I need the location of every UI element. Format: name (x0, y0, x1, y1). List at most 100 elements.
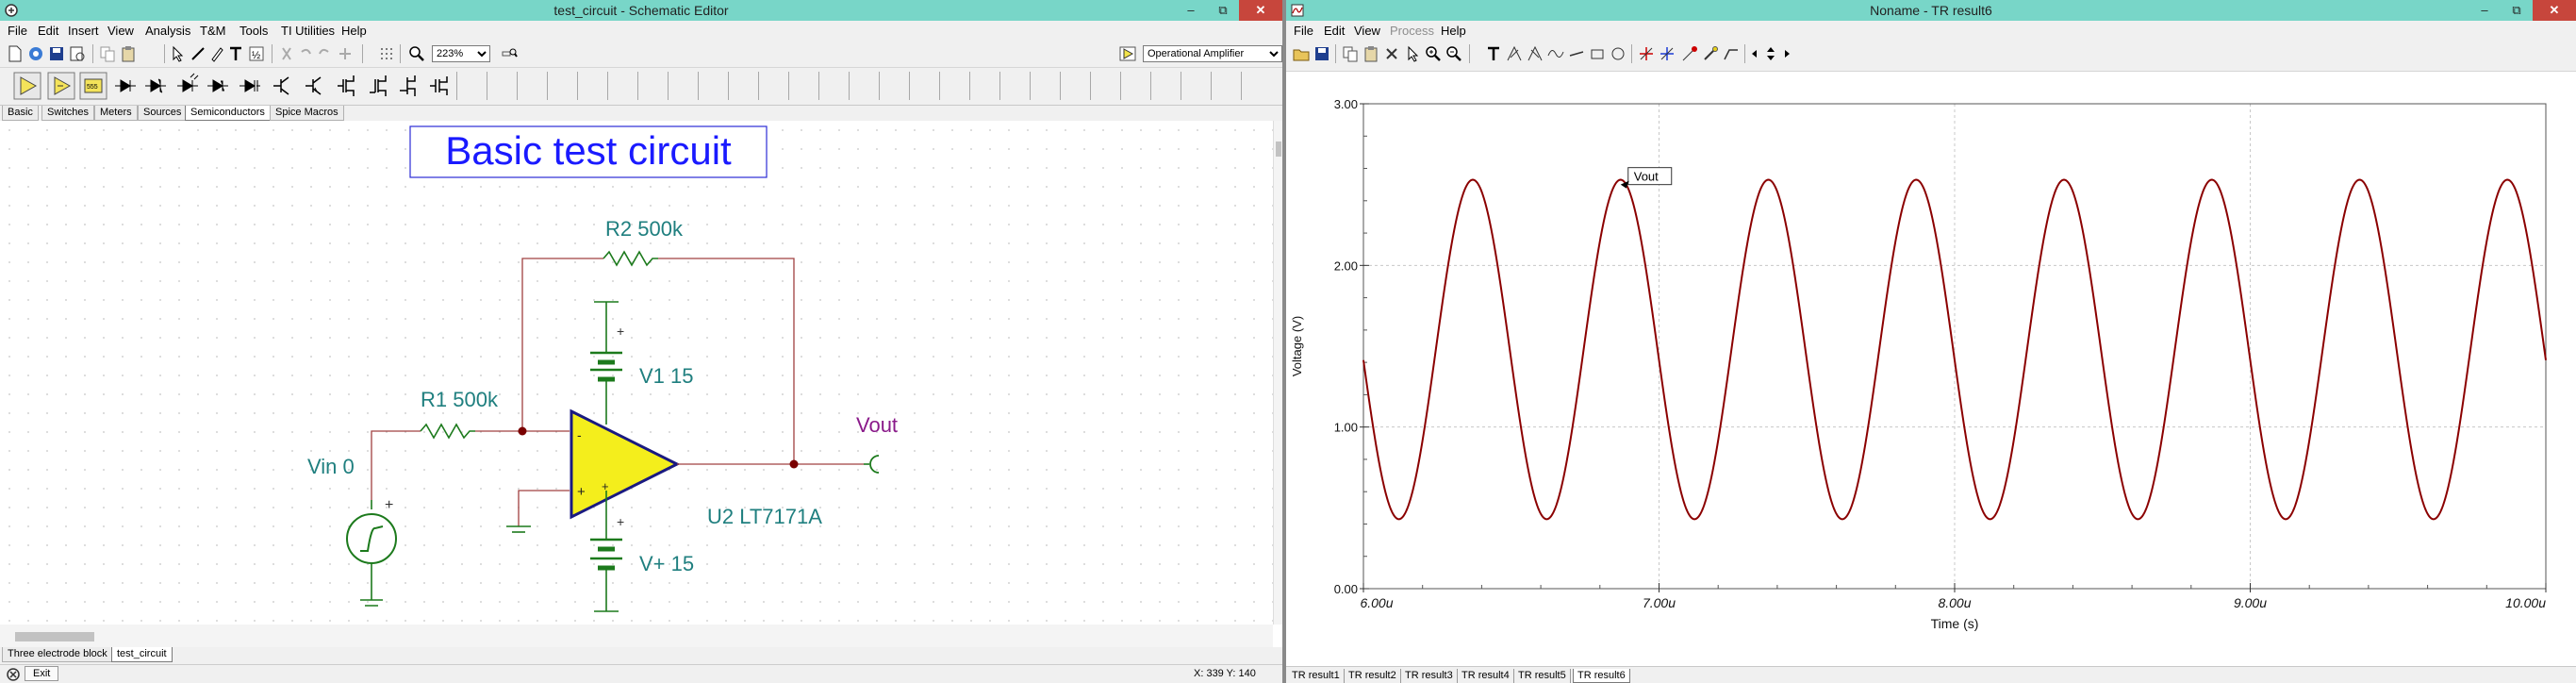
result-tab-4[interactable]: TR result4 (1458, 669, 1514, 683)
add-icon[interactable] (336, 44, 355, 63)
menu-file[interactable]: File (1294, 24, 1313, 38)
minimize-button[interactable]: – (2469, 0, 2501, 21)
result-tab-2[interactable]: TR result2 (1345, 669, 1401, 683)
zoom-icon[interactable] (407, 44, 426, 63)
pnp-transistor-icon[interactable] (300, 72, 328, 100)
part-type-select[interactable]: Operational Amplifier (1143, 45, 1282, 62)
result-tab-1[interactable]: TR result1 (1288, 669, 1345, 683)
schematic-horizontal-scrollbar[interactable] (0, 625, 1273, 647)
step-line-icon[interactable] (1722, 44, 1741, 63)
open-folder-icon[interactable] (1292, 44, 1311, 63)
save-icon[interactable] (1313, 44, 1331, 63)
circuit-title-box[interactable]: Basic test circuit (409, 125, 768, 178)
cursor-b-icon[interactable] (1526, 44, 1544, 63)
menu-view[interactable]: View (107, 24, 134, 38)
copy-icon[interactable] (1341, 44, 1360, 63)
tina-app-icon[interactable] (4, 3, 19, 18)
copy-icon[interactable] (98, 44, 117, 63)
tab-sources[interactable]: Sources (138, 106, 188, 121)
delete-icon[interactable] (1382, 44, 1401, 63)
menu-tools[interactable]: Tools (239, 24, 268, 38)
component-search-icon[interactable] (500, 44, 519, 63)
exit-icon[interactable] (6, 667, 21, 682)
menu-process[interactable]: Process (1390, 24, 1434, 38)
paste-icon[interactable] (119, 44, 138, 63)
pen-icon[interactable] (207, 44, 226, 63)
igbt-component-icon[interactable] (424, 72, 453, 100)
schematic-vertical-scrollbar[interactable] (1273, 121, 1282, 625)
zoom-select[interactable]: 223% (432, 45, 490, 62)
tab-switches[interactable]: Switches (41, 106, 95, 121)
result-tab-3[interactable]: TR result3 (1401, 669, 1458, 683)
diode-component-icon[interactable] (111, 72, 140, 100)
probe-icon[interactable] (1701, 44, 1720, 63)
zoom-out-icon[interactable] (1445, 44, 1463, 63)
tab-spice-macros[interactable]: Spice Macros (270, 106, 344, 121)
opamp-part-icon[interactable] (1118, 44, 1137, 63)
close-button[interactable]: ✕ (2533, 0, 2576, 21)
main-toolbar: ½ 223% Operational Amplifier (0, 40, 1282, 68)
marker-star-icon[interactable] (1680, 44, 1699, 63)
exit-button[interactable]: Exit (25, 666, 59, 681)
marker-blue-icon[interactable] (1658, 44, 1676, 63)
pmos-transistor-icon[interactable] (364, 72, 392, 100)
open-icon[interactable] (26, 44, 45, 63)
wire-icon[interactable] (189, 44, 207, 63)
line-tool-icon[interactable] (1567, 44, 1586, 63)
grid-icon[interactable] (377, 44, 396, 63)
jfet-component-icon[interactable] (394, 72, 422, 100)
select-arrow-icon[interactable] (1403, 44, 1422, 63)
schematic-canvas[interactable]: Basic test circuit R2 500k + V1 15 R1 50… (0, 121, 1273, 625)
transient-chart[interactable]: 0.00 1.00 2.00 3.00 6.00u 7.00u 8.00u 9.00u 10.… (1286, 72, 2576, 660)
schottky-component-icon[interactable] (204, 72, 232, 100)
formula-icon[interactable]: ½ (247, 44, 266, 63)
opamp-component-icon[interactable] (13, 72, 41, 100)
maximize-button[interactable]: ⧉ (1207, 0, 1239, 21)
comparator-component-icon[interactable] (47, 72, 75, 100)
save-icon[interactable] (47, 44, 66, 63)
undo-icon[interactable] (296, 44, 315, 63)
nmos-transistor-icon[interactable] (332, 72, 360, 100)
zener-component-icon[interactable] (141, 72, 170, 100)
marker-red-icon[interactable] (1637, 44, 1656, 63)
select-arrow-icon[interactable] (168, 44, 187, 63)
cursor-a-icon[interactable] (1505, 44, 1524, 63)
zoom-in-icon[interactable] (1424, 44, 1443, 63)
menu-help[interactable]: Help (1441, 24, 1466, 38)
preview-icon[interactable] (68, 44, 87, 63)
text-tool-icon[interactable] (1484, 44, 1503, 63)
viewer-app-icon[interactable] (1290, 3, 1305, 18)
close-button[interactable]: ✕ (1239, 0, 1282, 21)
new-icon[interactable] (6, 44, 25, 63)
menu-view[interactable]: View (1354, 24, 1380, 38)
paste-icon[interactable] (1362, 44, 1380, 63)
doc-tab-three-electrode-block[interactable]: Three electrode block (2, 647, 113, 662)
text-tool-icon[interactable] (226, 44, 245, 63)
menu-edit[interactable]: Edit (1324, 24, 1345, 38)
arrow-right-icon[interactable] (1775, 44, 1793, 63)
wave-cursor-icon[interactable] (1546, 44, 1565, 63)
minimize-button[interactable]: – (1175, 0, 1207, 21)
ic-555-component-icon[interactable]: 555 (79, 72, 107, 100)
led-component-icon[interactable] (173, 72, 202, 100)
menu-file[interactable]: File (8, 24, 27, 38)
result-tab-5[interactable]: TR result5 (1514, 669, 1571, 683)
maximize-button[interactable]: ⧉ (2501, 0, 2533, 21)
tab-meters[interactable]: Meters (94, 106, 138, 121)
rectangle-tool-icon[interactable] (1588, 44, 1607, 63)
menu-ti-utilities[interactable]: TI Utilities (281, 24, 335, 38)
menu-tm[interactable]: T&M (200, 24, 225, 38)
menu-edit[interactable]: Edit (38, 24, 58, 38)
menu-insert[interactable]: Insert (68, 24, 99, 38)
menu-analysis[interactable]: Analysis (145, 24, 190, 38)
menu-help[interactable]: Help (341, 24, 367, 38)
circle-tool-icon[interactable] (1609, 44, 1627, 63)
doc-tab-test-circuit[interactable]: test_circuit (111, 647, 173, 662)
tab-semiconductors[interactable]: Semiconductors (185, 106, 271, 121)
cut-icon[interactable] (277, 44, 296, 63)
varactor-component-icon[interactable] (236, 72, 264, 100)
result-tab-6[interactable]: TR result6 (1573, 669, 1630, 683)
redo-icon[interactable] (315, 44, 334, 63)
npn-transistor-icon[interactable] (268, 72, 296, 100)
tab-basic[interactable]: Basic (2, 106, 39, 121)
